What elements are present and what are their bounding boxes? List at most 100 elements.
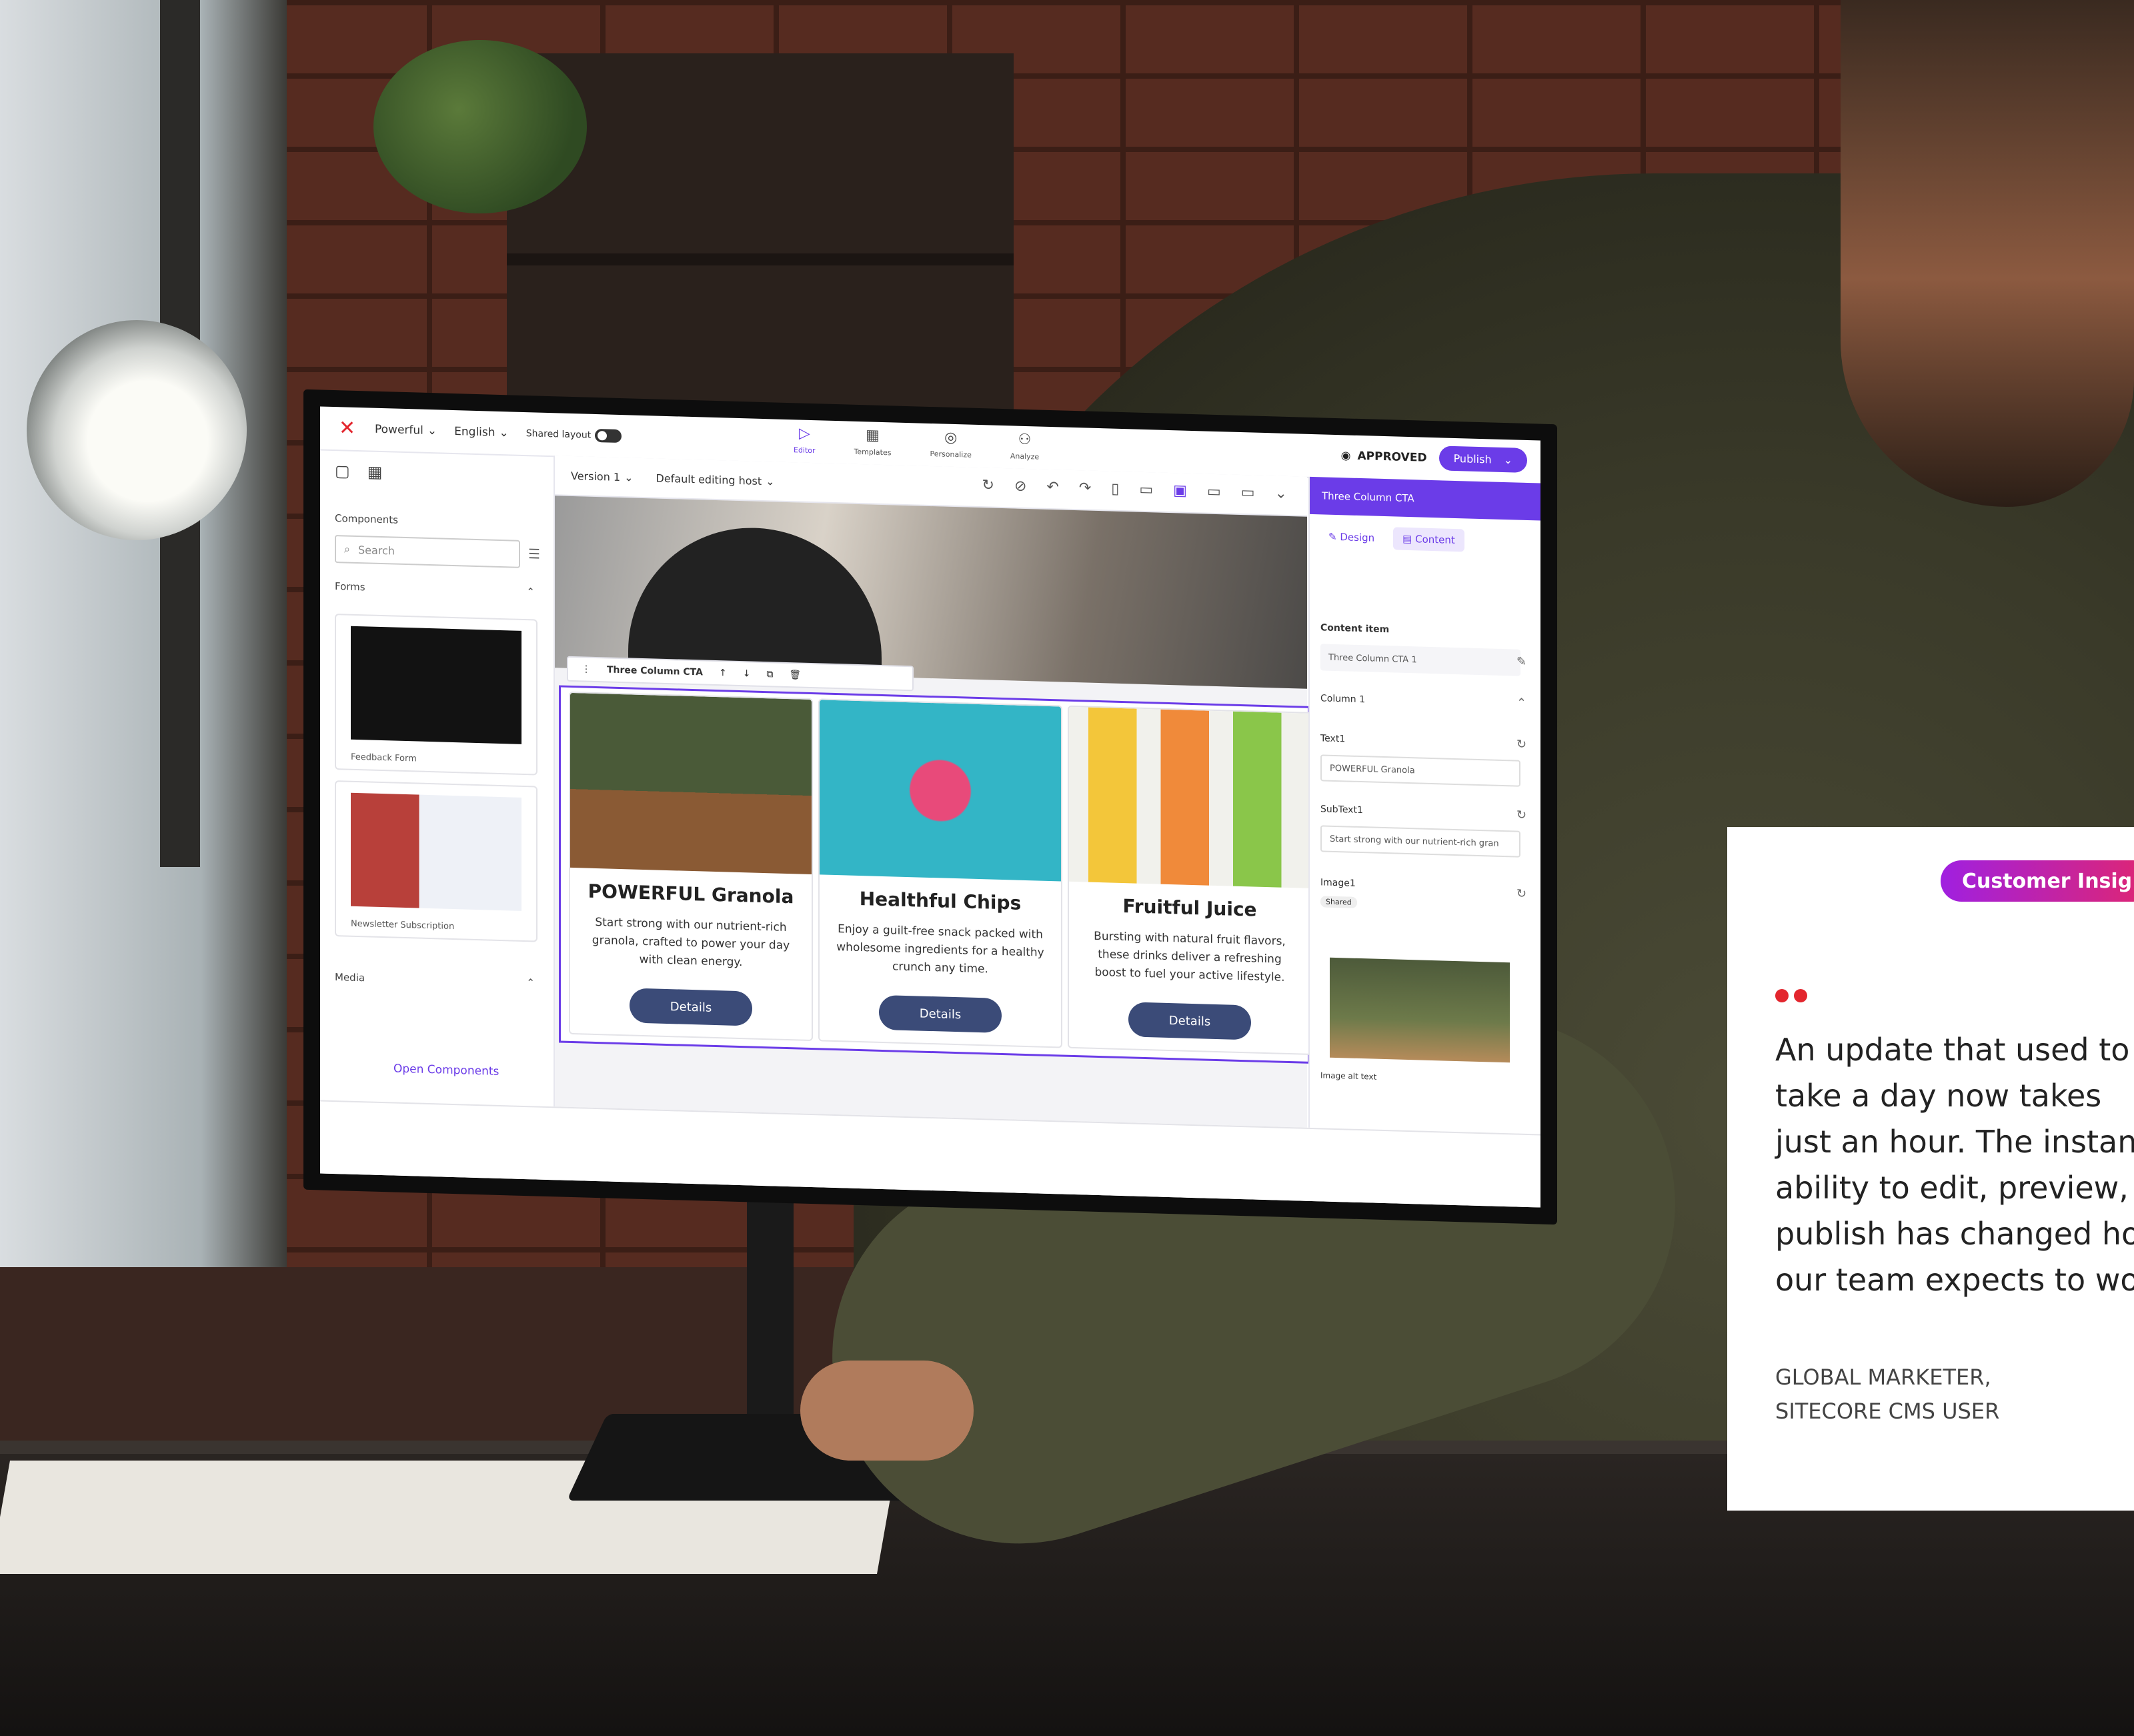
brush-icon: ✎ (1328, 530, 1340, 544)
tablet-icon[interactable]: ▭ (1139, 482, 1153, 499)
site-selector[interactable]: Powerful ⌄ (375, 423, 437, 438)
tab-label: Editor (794, 446, 816, 456)
cta-card[interactable]: Fruitful Juice Bursting with natural fru… (1068, 705, 1312, 1055)
content-item-field[interactable]: Three Column CTA 1 (1320, 644, 1520, 676)
chevron-down-icon[interactable]: ⌄ (1504, 454, 1512, 466)
logo-icon[interactable]: ✕ (339, 416, 357, 440)
text1-label: Text1 (1320, 733, 1346, 745)
reset-icon[interactable]: ↻ (1516, 808, 1526, 822)
chevron-down-icon: ⌄ (427, 423, 437, 438)
desk-lamp (27, 320, 247, 540)
canvas-tools: ↻ ⊘ ↶ ↷ ▯ ▭ ▣ ▭ ▭ ⌄ (982, 477, 1287, 502)
content-icon: ▤ (1402, 532, 1416, 546)
three-column-cta[interactable]: POWERFUL Granola Start strong with our n… (559, 685, 1312, 1064)
component-card[interactable]: Newsletter Subscription (335, 780, 538, 942)
panel-header: Three Column CTA (1310, 476, 1540, 521)
move-down-icon[interactable]: ↓ (743, 668, 751, 679)
card-caption: Feedback Form (351, 752, 417, 764)
desktop-icon[interactable]: ▭ (1207, 484, 1221, 501)
undo-icon[interactable]: ↶ (1046, 479, 1058, 496)
publish-button[interactable]: Publish ⌄ (1438, 446, 1527, 473)
reset-icon[interactable]: ↻ (1516, 738, 1526, 752)
quote-line: publish has changed ho (1775, 1216, 2134, 1252)
drag-handle-icon[interactable]: ⋮ (582, 664, 591, 674)
check-icon[interactable]: ⊘ (1014, 478, 1026, 496)
reset-icon[interactable]: ↻ (1516, 887, 1526, 901)
tab-editor[interactable]: ▷ Editor (794, 425, 816, 455)
panel-title: Components (335, 512, 398, 526)
section-forms[interactable]: Forms ⌃ (335, 580, 535, 598)
tab-content[interactable]: ▤ Content (1393, 527, 1464, 552)
image1-thumbnail[interactable] (1330, 957, 1510, 1063)
attribution-line: GLOBAL MARKETER, (1775, 1365, 1991, 1390)
redo-icon[interactable]: ↷ (1079, 480, 1091, 497)
filter-icon[interactable]: ☰ (528, 546, 540, 562)
feedback-form-thumbnail (351, 626, 521, 744)
component-name: Three Column CTA (607, 664, 703, 678)
cta-body: Enjoy a guilt-free snack packed with who… (836, 922, 1044, 976)
editor-icon: ▷ (798, 425, 810, 442)
monitor-icon[interactable]: ▭ (1241, 484, 1255, 502)
tab-label: Analyze (1010, 452, 1040, 462)
open-icon[interactable]: ⧉ (766, 669, 773, 680)
chevron-down-icon: ⌄ (624, 470, 634, 484)
laptop-icon[interactable]: ▣ (1173, 482, 1187, 500)
status-label: APPROVED (1357, 449, 1427, 465)
move-up-icon[interactable]: ↑ (719, 668, 727, 678)
site-name: Powerful (375, 422, 423, 438)
dot (1775, 989, 1789, 1002)
chips-image (820, 700, 1061, 882)
tab-analyze[interactable]: ⚇ Analyze (1010, 431, 1040, 462)
main-nav: ▷ Editor ▦ Templates ◎ Personalize ⚇ Analyze (794, 425, 1039, 461)
editing-host-selector[interactable]: Default editing host (656, 472, 762, 487)
details-button[interactable]: Details (879, 994, 1002, 1033)
granola-image (570, 692, 812, 875)
section-media[interactable]: Media ⌃ (335, 971, 535, 988)
component-card[interactable]: Feedback Form (335, 614, 538, 776)
edit-icon[interactable]: ✎ (1516, 655, 1526, 669)
top-bar-actions: ◉ APPROVED Publish ⌄ (1341, 443, 1527, 473)
page-icon[interactable]: ▢ (335, 462, 350, 481)
chevron-up-icon: ⌃ (526, 976, 535, 989)
tab-design[interactable]: ✎ Design (1319, 525, 1384, 550)
subtext1-input[interactable]: Start strong with our nutrient-rich gran (1320, 825, 1520, 858)
tab-templates[interactable]: ▦ Templates (854, 427, 892, 458)
chevron-down-icon[interactable]: ⌄ (1275, 485, 1287, 502)
toggle-switch[interactable] (595, 428, 622, 444)
quote-dots (1775, 989, 1807, 1002)
tab-personalize[interactable]: ◎ Personalize (930, 429, 972, 460)
cta-title: Healthful Chips (859, 888, 1022, 914)
workflow-status[interactable]: ◉ APPROVED (1341, 449, 1427, 465)
monitor: ✕ Powerful ⌄ English ⌄ Shared layout ▷ Edit… (303, 389, 1557, 1225)
delete-icon[interactable]: 🗑 (789, 670, 801, 680)
component-search-input[interactable]: ⌕ Search (335, 535, 520, 568)
details-button[interactable]: Details (1128, 1002, 1251, 1040)
open-components-link[interactable]: Open Components (393, 1062, 499, 1078)
cta-card[interactable]: POWERFUL Granola Start strong with our n… (569, 691, 813, 1042)
cta-card[interactable]: Healthful Chips Enjoy a guilt-free snack… (818, 698, 1062, 1048)
shared-badge: Shared (1320, 896, 1357, 908)
details-button[interactable]: Details (630, 988, 752, 1026)
tab-label: Templates (854, 447, 892, 458)
chevron-up-icon: ⌃ (526, 586, 535, 598)
image-alt-label: Image alt text (1320, 1070, 1377, 1082)
mobile-icon[interactable]: ▯ (1111, 481, 1119, 498)
cta-title: Fruitful Juice (1122, 895, 1257, 921)
newsletter-thumbnail (351, 792, 521, 911)
content-item-value: Three Column CTA 1 (1328, 652, 1417, 665)
panel-tabs: ✎ Design ▤ Content (1319, 525, 1464, 552)
section-label: Forms (335, 580, 365, 594)
image1-label: Image1 (1320, 877, 1356, 889)
chevron-up-icon[interactable]: ⌃ (1516, 696, 1526, 710)
shared-layout-toggle[interactable]: Shared layout (525, 427, 622, 444)
personalize-icon: ◎ (944, 429, 958, 447)
text1-input[interactable]: POWERFUL Granola (1320, 754, 1520, 787)
refresh-icon[interactable]: ↻ (982, 477, 994, 494)
shared-layout-label: Shared layout (525, 428, 592, 441)
quote-card: Customer Insig An update that used to ta… (1727, 827, 2134, 1511)
category-badge: Customer Insig (1941, 860, 2134, 902)
language-selector[interactable]: English ⌄ (454, 425, 509, 440)
version-selector[interactable]: Version 1 (571, 469, 620, 483)
tab-label: Personalize (930, 449, 972, 460)
components-icon[interactable]: ▦ (367, 462, 383, 482)
